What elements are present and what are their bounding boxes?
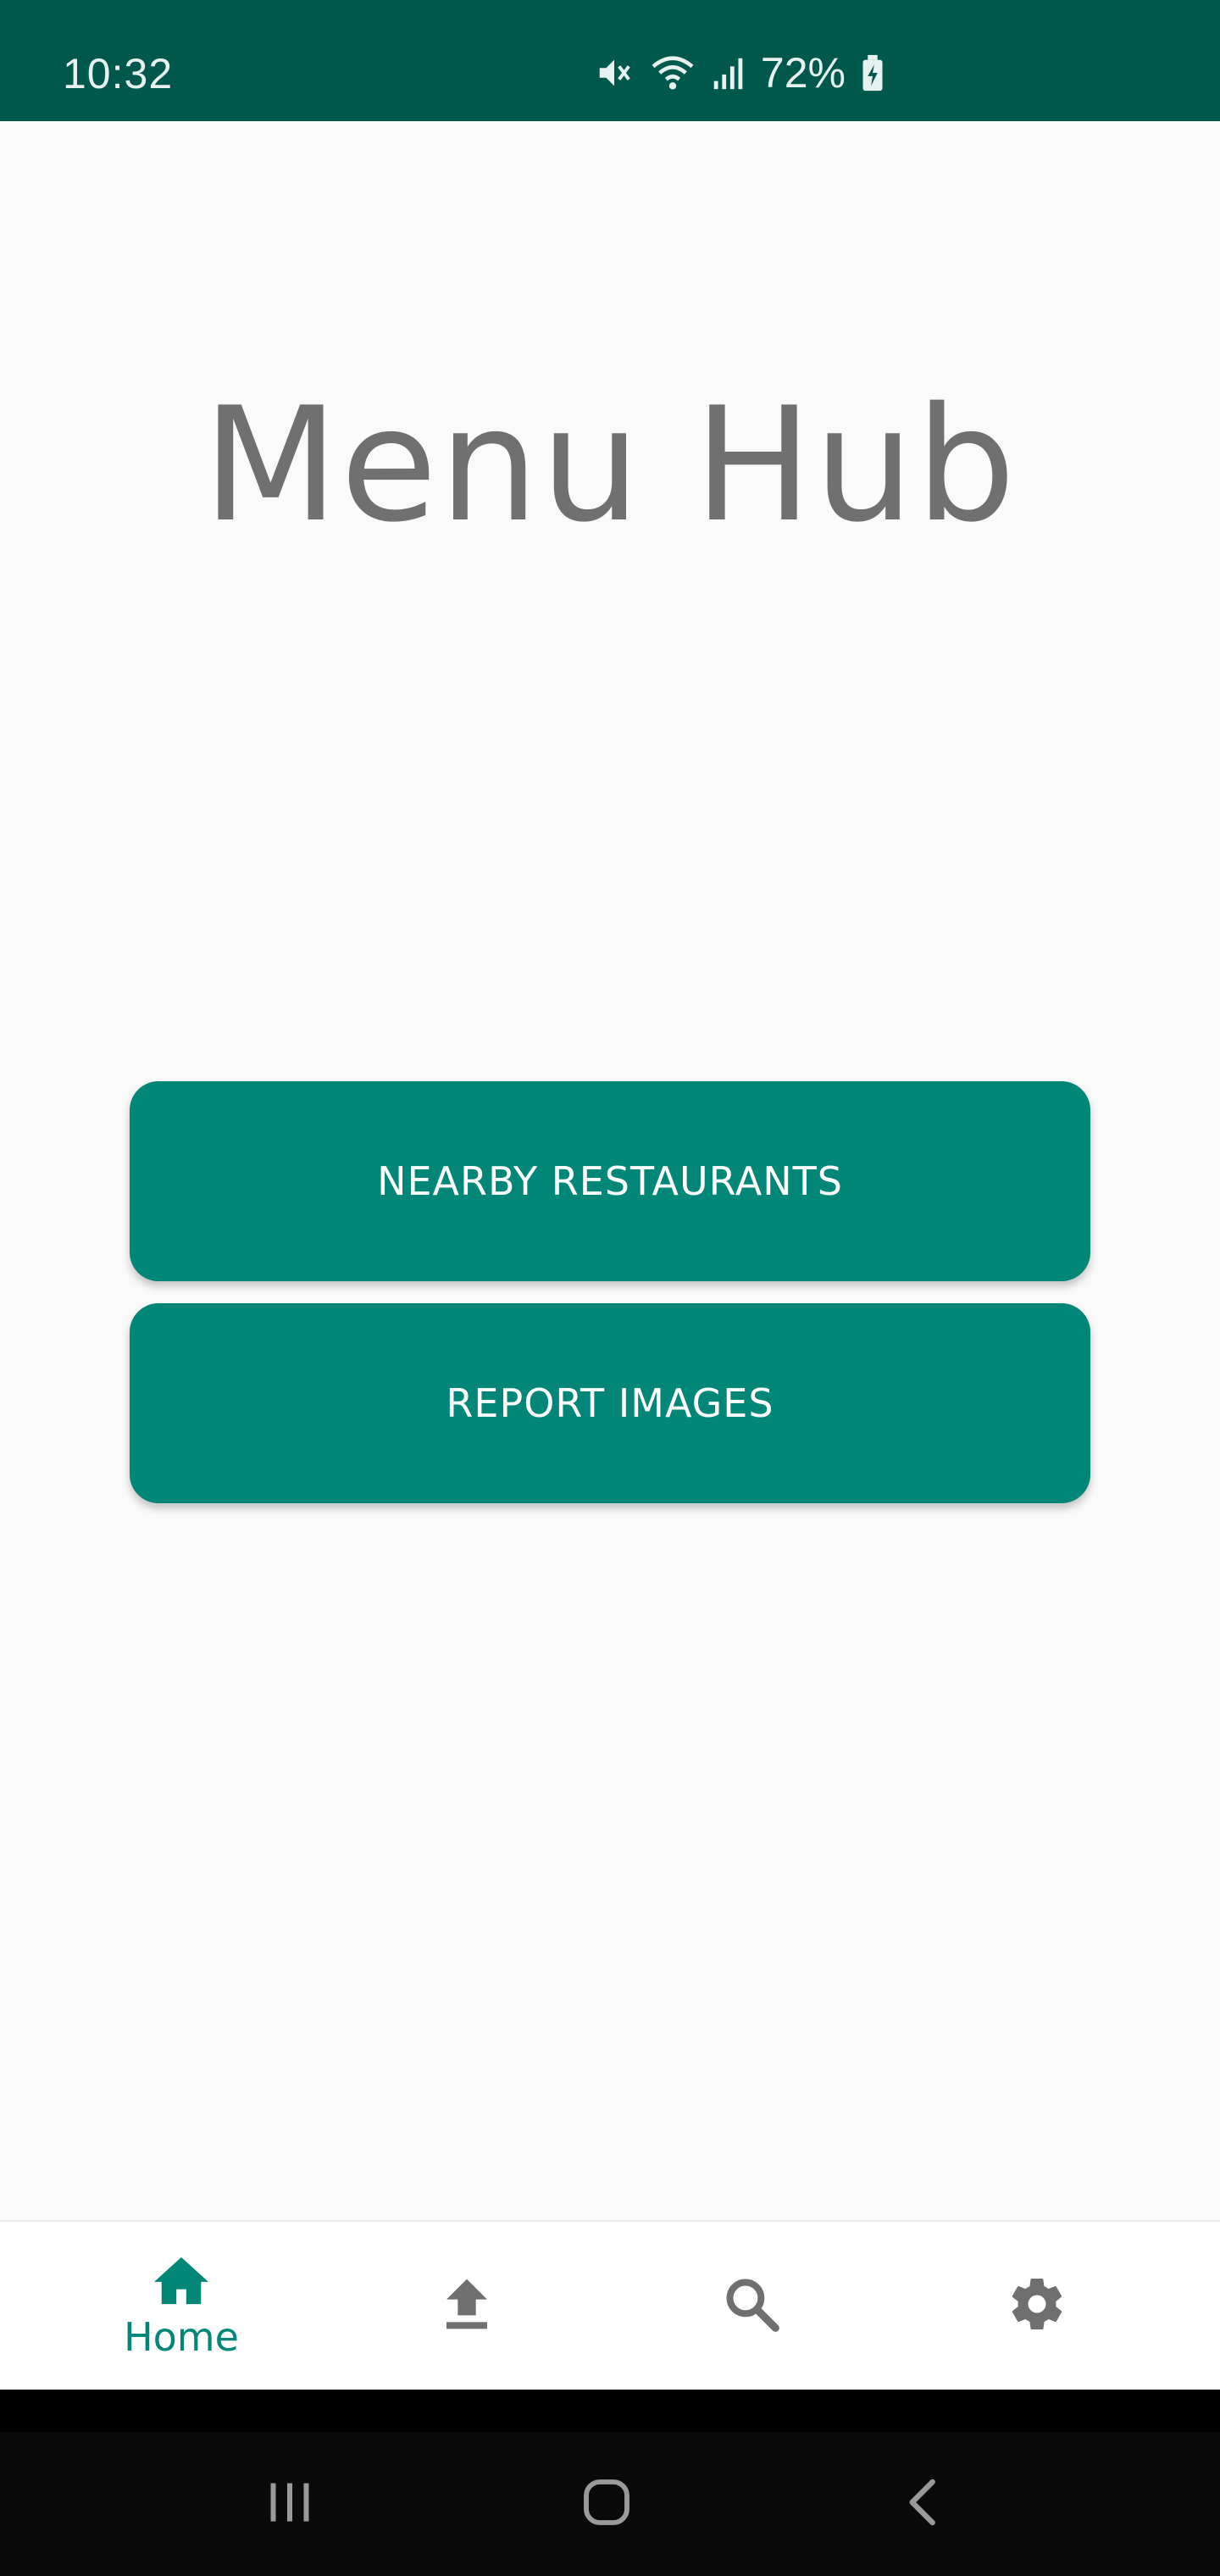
status-bar: 10:32 72% — [0, 0, 1220, 121]
navigation-divider — [0, 2390, 1220, 2432]
nav-item-search[interactable] — [624, 2222, 879, 2390]
system-home-button[interactable] — [539, 2432, 674, 2576]
recents-button[interactable] — [222, 2432, 358, 2576]
back-button[interactable] — [856, 2432, 991, 2576]
status-time: 10:32 — [63, 50, 174, 97]
search-icon — [723, 2275, 780, 2337]
system-navigation-bar — [0, 2432, 1220, 2576]
bottom-navigation: Home — [0, 2220, 1220, 2390]
nav-item-upload[interactable] — [340, 2222, 594, 2390]
upload-icon — [440, 2274, 494, 2338]
gear-icon — [1006, 2273, 1068, 2339]
mute-icon — [595, 53, 634, 92]
battery-percent: 72% — [760, 49, 846, 97]
signal-icon — [712, 53, 746, 92]
nav-item-home[interactable]: Home — [54, 2222, 308, 2390]
battery-charging-icon — [861, 53, 884, 92]
nav-label-home: Home — [124, 2313, 239, 2360]
wifi-icon — [649, 53, 696, 92]
app-title: Menu Hub — [202, 373, 1018, 557]
home-icon — [151, 2252, 212, 2311]
nearby-restaurants-button[interactable]: NEARBY RESTAURANTS — [130, 1081, 1090, 1281]
home-outline-icon — [580, 2475, 634, 2534]
report-images-button[interactable]: REPORT IMAGES — [130, 1303, 1090, 1503]
chevron-left-icon — [900, 2475, 947, 2534]
status-icons: 72% — [595, 49, 884, 97]
nav-item-settings[interactable] — [910, 2222, 1164, 2390]
recents-icon — [264, 2477, 315, 2532]
